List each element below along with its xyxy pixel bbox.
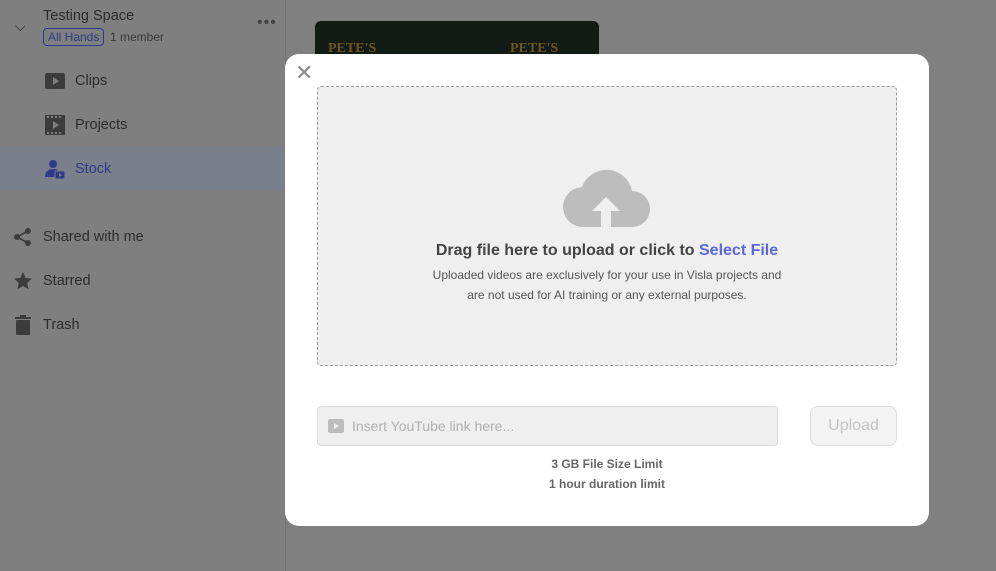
- sidebar-item-starred[interactable]: Starred: [0, 259, 286, 303]
- sidebar-item-stock[interactable]: Stock: [0, 147, 286, 191]
- sidebar-item-projects[interactable]: Projects: [0, 103, 286, 147]
- space-header[interactable]: ⌵ Testing Space All Hands 1 member •••: [0, 0, 286, 55]
- star-icon: [13, 271, 33, 291]
- sidebar-item-label: Trash: [43, 317, 80, 333]
- space-title: Testing Space: [43, 8, 135, 24]
- sidebar-item-label: Stock: [75, 161, 112, 177]
- member-count: 1 member: [110, 30, 165, 44]
- upload-modal: ✕ Drag file here to upload or click to S…: [285, 54, 929, 526]
- space-badge: All Hands: [43, 28, 105, 46]
- trash-icon: [13, 315, 33, 335]
- film-icon: [45, 115, 65, 135]
- select-file-link[interactable]: Select File: [699, 242, 778, 259]
- sidebar-item-label: Shared with me: [43, 229, 144, 245]
- upload-button[interactable]: Upload: [810, 406, 897, 446]
- cloud-upload-icon: [562, 169, 650, 228]
- youtube-link-field[interactable]: [317, 406, 778, 446]
- user-video-icon: [45, 159, 65, 179]
- drag-instructions: Drag file here to upload or click to Sel…: [318, 242, 896, 260]
- close-icon[interactable]: ✕: [295, 60, 313, 86]
- note-line: Uploaded videos are exclusively for your…: [432, 268, 782, 282]
- privacy-note: Uploaded videos are exclusively for your…: [318, 265, 896, 305]
- youtube-icon: [328, 419, 344, 433]
- play-icon: [45, 71, 65, 91]
- more-options-icon[interactable]: •••: [257, 14, 277, 32]
- chevron-down-icon[interactable]: ⌵: [15, 18, 26, 35]
- sidebar-item-clips[interactable]: Clips: [0, 59, 286, 103]
- note-line: are not used for AI training or any exte…: [467, 288, 747, 302]
- sidebar-item-label: Projects: [75, 117, 128, 133]
- sidebar-item-shared[interactable]: Shared with me: [0, 215, 286, 259]
- sidebar-item-trash[interactable]: Trash: [0, 303, 286, 347]
- sidebar: ⌵ Testing Space All Hands 1 member ••• C…: [0, 0, 286, 571]
- size-limit: 3 GB File Size Limit: [551, 457, 663, 471]
- duration-limit: 1 hour duration limit: [549, 477, 665, 491]
- sidebar-item-label: Starred: [43, 273, 91, 289]
- share-icon: [13, 227, 33, 247]
- youtube-link-input[interactable]: [352, 418, 752, 434]
- drop-zone[interactable]: Drag file here to upload or click to Sel…: [317, 86, 897, 366]
- sidebar-item-label: Clips: [75, 73, 108, 89]
- drag-text: Drag file here to upload or click to: [435, 242, 699, 259]
